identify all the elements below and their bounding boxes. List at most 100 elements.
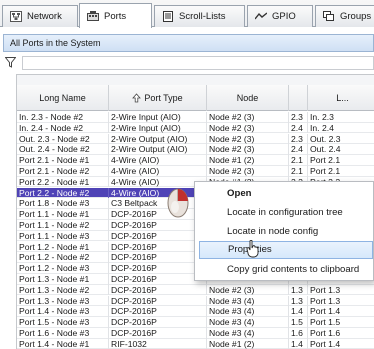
table-cell: C3 Beltpack: [109, 198, 207, 209]
table-cell: DCP-2016P: [109, 230, 207, 242]
menu-item-locate-node-config[interactable]: Locate in node config: [199, 223, 373, 241]
col-header-label: Long Name: [39, 93, 86, 103]
tab-label: GPIO: [272, 11, 296, 22]
table-row[interactable]: Port 1.3 - Node #2 DCP-2016P Node #2 (3) 1.…: [17, 284, 374, 296]
table-row[interactable]: Port 1.4 - Node #3 DCP-2016P Node #3 (4) 1.…: [17, 306, 374, 317]
table-row[interactable]: Port 2.1 - Node #1 4-Wire (AIO) Node #1 (2…: [17, 155, 374, 166]
table-cell: 1.3: [289, 284, 308, 296]
col-header-node[interactable]: Node: [207, 85, 289, 111]
table-cell: In. 2.4 - Node #2: [17, 122, 109, 134]
table-cell: Port 1.6: [308, 328, 374, 339]
table-cell: Port 1.3 - Node #3: [17, 295, 109, 307]
table-cell: 1.4: [289, 338, 308, 349]
table-cell: Port 1.4: [308, 306, 374, 317]
table-cell: Node #2 (3): [207, 144, 289, 155]
ports-icon: [87, 10, 99, 22]
table-cell: Node #2 (3): [207, 284, 289, 296]
table-cell: 2.1: [289, 166, 308, 177]
table-cell: Node #2 (3): [207, 122, 289, 134]
table-cell: 2-Wire Input (AIO): [109, 122, 207, 134]
table-row[interactable]: Port 2.1 - Node #2 4-Wire (AIO) Node #2 (3…: [17, 166, 374, 177]
menu-item-locate-config-tree[interactable]: Locate in configuration tree: [199, 204, 373, 222]
table-cell: 2.3: [289, 112, 308, 123]
tab-label: Groups: [340, 11, 372, 22]
table-cell: Port 2.1 - Node #2: [17, 166, 109, 177]
menu-item-properties[interactable]: Properties: [199, 241, 373, 259]
table-cell: Out. 2.4: [308, 144, 374, 155]
table-cell: DCP-2016P: [109, 252, 207, 263]
table-cell: DCP-2016P: [109, 295, 207, 307]
col-header-port[interactable]: [289, 85, 308, 111]
table-cell: Node #1 (2): [207, 338, 289, 349]
list-icon: [162, 11, 174, 22]
groups-icon: [323, 11, 335, 22]
table-cell: 2.3: [289, 133, 308, 145]
menu-item-open[interactable]: Open: [199, 185, 373, 203]
table-cell: Out. 2.3: [308, 134, 374, 145]
tab-network[interactable]: Network: [2, 5, 78, 27]
table-cell: Node #3 (4): [207, 306, 289, 317]
table-cell: DCP-2016P: [109, 263, 207, 274]
table-cell: 1.6: [289, 328, 308, 339]
table-cell: DCP-2016P: [109, 284, 207, 296]
table-cell: DCP-2016P: [109, 274, 207, 285]
table-cell: Port 1.2 - Node #3: [17, 263, 109, 274]
table-cell: In. 2.3 - Node #2: [17, 112, 109, 123]
table-cell: Port 2.1: [308, 155, 374, 166]
context-menu: Open Locate in configuration tree Locate…: [194, 181, 374, 281]
filter-icon[interactable]: [4, 57, 17, 68]
col-header-label-col[interactable]: L...: [308, 85, 374, 111]
table-cell: Node #2 (3): [207, 133, 289, 145]
table-cell: 1.4: [289, 306, 308, 317]
table-cell: 4-Wire (AIO): [109, 155, 207, 166]
filter-bar: [3, 54, 374, 72]
table-row[interactable]: Port 1.3 - Node #3 DCP-2016P Node #3 (4) 1.…: [17, 295, 374, 307]
table-row[interactable]: In. 2.4 - Node #2 2-Wire Input (AIO) Node …: [17, 122, 374, 134]
table-cell: 2.4: [289, 144, 308, 155]
table-cell: Port 1.2 - Node #1: [17, 241, 109, 253]
table-row[interactable]: Port 1.4 - Node #1 RIF-1032 Node #1 (2) 1.4…: [17, 338, 374, 349]
table-cell: Port 1.3: [308, 296, 374, 307]
table-cell: Port 2.1: [308, 166, 374, 177]
table-cell: In. 2.3: [308, 112, 374, 123]
table-row[interactable]: Port 1.5 - Node #3 DCP-2016P Node #3 (4) 1.…: [17, 317, 374, 328]
table-cell: Port 1.3 - Node #2: [17, 284, 109, 296]
table-cell: DCP-2016P: [109, 317, 207, 328]
table-row[interactable]: Out. 2.4 - Node #2 2-Wire Output (AIO) Nod…: [17, 144, 374, 155]
table-cell: 4-Wire (AIO): [109, 166, 207, 177]
table-cell: Out. 2.3 - Node #2: [17, 133, 109, 145]
table-cell: Node #3 (4): [207, 317, 289, 328]
menu-item-copy-grid[interactable]: Copy grid contents to clipboard: [199, 261, 373, 279]
table-cell: Port 1.5 - Node #3: [17, 317, 109, 328]
table-row[interactable]: Out. 2.3 - Node #2 2-Wire Output (AIO) Nod…: [17, 133, 374, 145]
network-icon: [10, 11, 22, 22]
tab-groups[interactable]: Groups: [315, 5, 374, 27]
section-title: All Ports in the System: [3, 34, 374, 52]
tab-gpio[interactable]: GPIO: [247, 5, 313, 27]
filter-input[interactable]: [22, 56, 374, 70]
table-cell: Port 1.4 - Node #3: [17, 306, 109, 317]
col-header-port-type[interactable]: Port Type: [109, 85, 207, 111]
table-cell: Port 1.6 - Node #3: [17, 328, 109, 339]
table-cell: Port 1.2 - Node #2: [17, 252, 109, 263]
table-row[interactable]: Port 1.6 - Node #3 DCP-2016P Node #3 (4) 1.…: [17, 328, 374, 339]
col-header-label: Node: [236, 93, 259, 103]
tab-label: Network: [27, 11, 62, 22]
table-row[interactable]: In. 2.3 - Node #2 2-Wire Input (AIO) Node …: [17, 112, 374, 123]
tab-scroll-lists[interactable]: Scroll-Lists: [154, 5, 245, 27]
table-cell: DCP-2016P: [109, 220, 207, 231]
table-cell: 4-Wire (AIO): [109, 187, 207, 199]
tab-ports[interactable]: Ports: [79, 3, 152, 28]
table-cell: Port 1.8 - Node #3: [17, 198, 109, 209]
table-cell: 2.1: [289, 155, 308, 166]
tab-label: Ports: [104, 10, 127, 22]
table-cell: Port 1.4: [308, 339, 374, 349]
table-cell: 1.5: [289, 317, 308, 328]
grid-header: Long Name Port Type Node L...: [17, 85, 374, 111]
table-cell: Port 1.1 - Node #1: [17, 209, 109, 220]
gpio-icon: [254, 11, 268, 22]
col-header-label: L...: [336, 93, 349, 103]
table-cell: Port 1.3 - Node #1: [17, 274, 109, 285]
table-cell: 2.4: [289, 122, 308, 134]
col-header-long-name[interactable]: Long Name: [17, 85, 109, 111]
